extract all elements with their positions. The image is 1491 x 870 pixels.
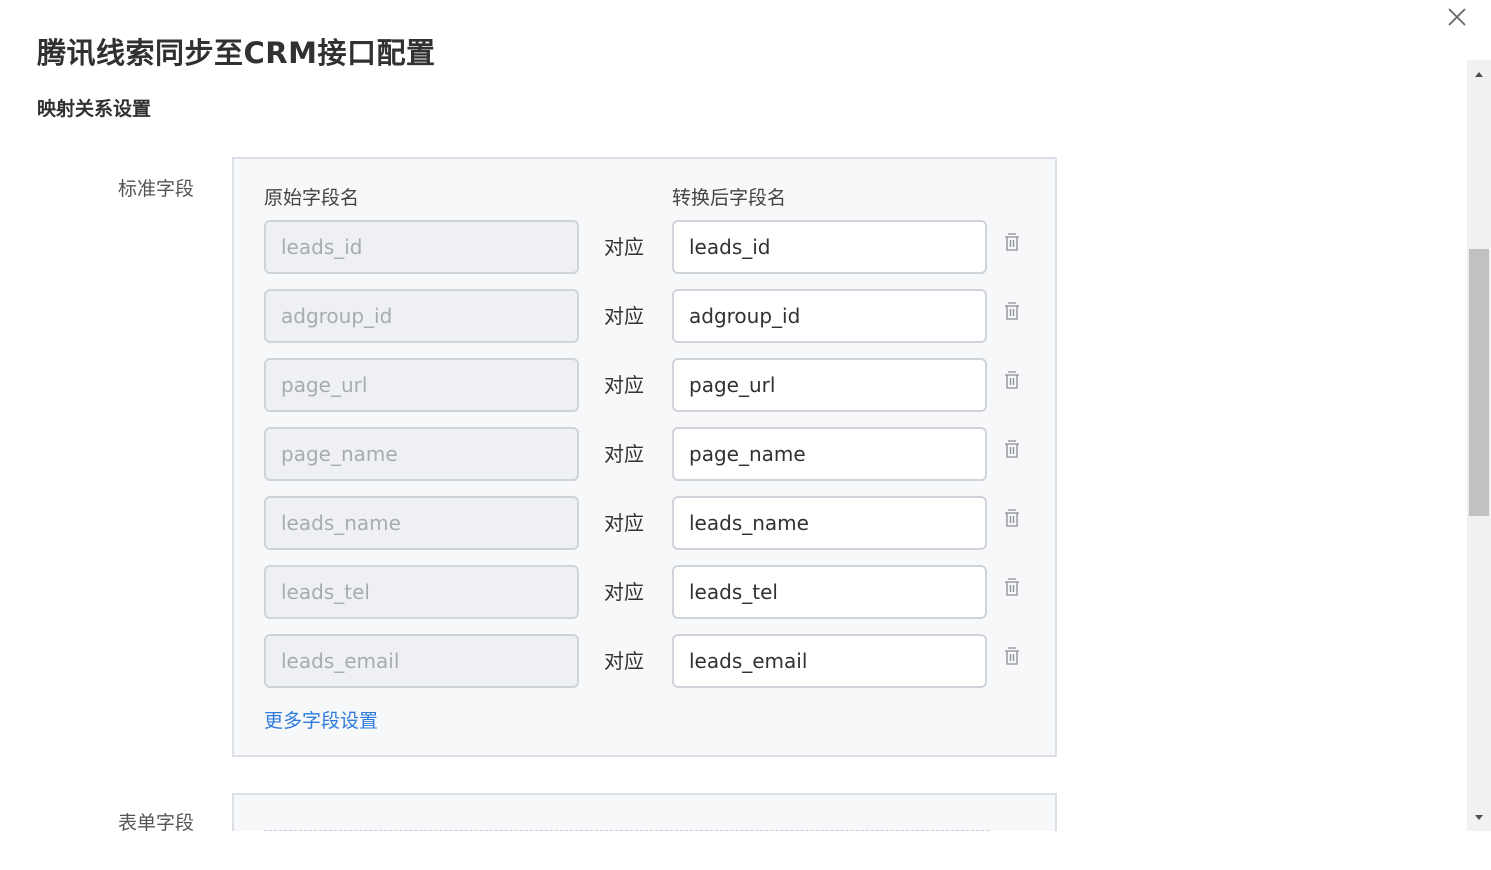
form-fields-panel [232,793,1057,831]
dialog-body: 映射关系设置 标准字段 原始字段名 转换后字段名 leads_id 对应 leads… [0,60,1467,831]
trash-icon[interactable] [1004,646,1020,666]
arrow-up-icon[interactable] [1467,62,1491,86]
scrollbar[interactable] [1467,60,1491,831]
standard-fields-panel: 原始字段名 转换后字段名 leads_id 对应 leads_id adgroup_i… [232,157,1057,757]
mapping-row: leads_id 对应 leads_id [264,220,1034,274]
converted-field-input[interactable]: adgroup_id [672,289,987,343]
converted-field-input[interactable]: leads_id [672,220,987,274]
trash-icon[interactable] [1004,232,1020,252]
correspond-label: 对应 [604,580,644,604]
close-icon[interactable] [1444,4,1470,30]
converted-field-input[interactable]: page_url [672,358,987,412]
mapping-row: page_url 对应 page_url [264,358,1034,412]
original-field-input: page_name [264,427,579,481]
more-fields-link[interactable]: 更多字段设置 [264,706,378,733]
original-field-input: page_url [264,358,579,412]
scrollbar-thumb[interactable] [1469,249,1489,516]
mapping-row: leads_name 对应 leads_name [264,496,1034,550]
original-field-input: leads_email [264,634,579,688]
trash-icon[interactable] [1004,508,1020,528]
correspond-label: 对应 [604,649,644,673]
correspond-label: 对应 [604,235,644,259]
mapping-row: adgroup_id 对应 adgroup_id [264,289,1034,343]
correspond-label: 对应 [604,304,644,328]
arrow-down-icon[interactable] [1467,805,1491,829]
converted-field-header: 转换后字段名 [672,187,787,209]
converted-field-input[interactable]: page_name [672,427,987,481]
standard-fields-label: 标准字段 [118,178,195,200]
original-field-input: adgroup_id [264,289,579,343]
mapping-row: leads_tel 对应 leads_tel [264,565,1034,619]
form-fields-label: 表单字段 [118,812,195,831]
original-field-input: leads_tel [264,565,579,619]
converted-field-input[interactable]: leads_tel [672,565,987,619]
trash-icon[interactable] [1004,439,1020,459]
mapping-row: leads_email 对应 leads_email [264,634,1034,688]
correspond-label: 对应 [604,373,644,397]
original-field-input: leads_name [264,496,579,550]
trash-icon[interactable] [1004,301,1020,321]
mapping-row: page_name 对应 page_name [264,427,1034,481]
trash-icon[interactable] [1004,577,1020,597]
converted-field-input[interactable]: leads_name [672,496,987,550]
trash-icon[interactable] [1004,370,1020,390]
converted-field-input[interactable]: leads_email [672,634,987,688]
correspond-label: 对应 [604,442,644,466]
section-title: 映射关系设置 [37,98,152,120]
original-field-input: leads_id [264,220,579,274]
divider [264,830,989,831]
correspond-label: 对应 [604,511,644,535]
original-field-header: 原始字段名 [264,187,360,209]
